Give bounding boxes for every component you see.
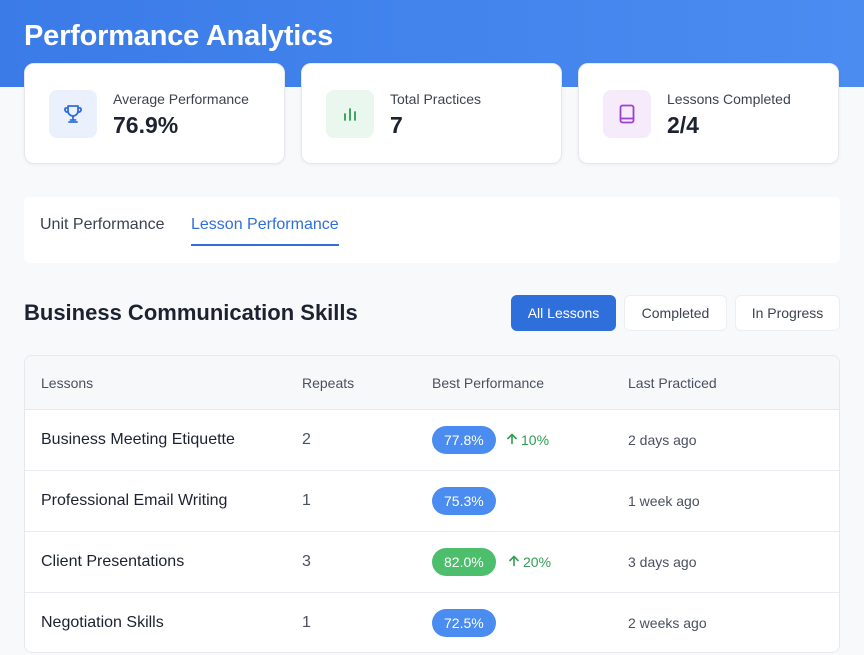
section-title: Business Communication Skills: [24, 300, 358, 325]
improvement-indicator: 10%: [506, 432, 549, 448]
improvement-value: 20%: [523, 554, 552, 570]
stat-value: 7: [390, 112, 403, 138]
table-row[interactable]: Negotiation Skills 1 72.5% 2 weeks ago: [25, 593, 839, 652]
table-header: Lessons Repeats Best Performance Last Pr…: [25, 356, 839, 410]
stat-value: 2/4: [667, 112, 699, 138]
lessons-table: Lessons Repeats Best Performance Last Pr…: [24, 355, 840, 653]
stat-label: Lessons Completed: [667, 91, 791, 107]
column-header-lessons: Lessons: [41, 375, 94, 391]
last-practiced: 2 days ago: [628, 432, 697, 448]
stat-label: Average Performance: [113, 91, 249, 107]
last-practiced: 1 week ago: [628, 493, 700, 509]
lesson-name: Negotiation Skills: [41, 614, 164, 631]
stat-card-lessons-completed: Lessons Completed 2/4: [578, 63, 839, 164]
repeats-count: 1: [302, 614, 311, 631]
page-title: Performance Analytics: [24, 20, 334, 52]
best-performance-badge: 75.3%: [432, 487, 496, 515]
last-practiced: 2 weeks ago: [628, 615, 707, 631]
table-row[interactable]: Professional Email Writing 1 75.3% 1 wee…: [25, 471, 839, 532]
best-performance-badge: 82.0%: [432, 548, 496, 576]
book-icon: [603, 90, 651, 138]
table-row[interactable]: Business Meeting Etiquette 2 77.8% 10% 2…: [25, 410, 839, 471]
stat-value: 76.9%: [113, 112, 179, 138]
lesson-name: Professional Email Writing: [41, 492, 228, 509]
lesson-name: Client Presentations: [41, 553, 185, 570]
arrow-up-icon: [508, 554, 520, 570]
filter-completed-button[interactable]: Completed: [624, 295, 727, 331]
bar-chart-icon: [326, 90, 374, 138]
filter-all-lessons-button[interactable]: All Lessons: [511, 295, 616, 331]
column-header-repeats: Repeats: [302, 375, 355, 391]
filter-in-progress-button[interactable]: In Progress: [735, 295, 840, 331]
arrow-up-icon: [506, 432, 518, 448]
stat-label: Total Practices: [390, 91, 482, 107]
best-performance-badge: 72.5%: [432, 609, 496, 637]
tab-unit-performance[interactable]: Unit Performance: [40, 216, 165, 246]
repeats-count: 1: [302, 492, 311, 509]
repeats-count: 3: [302, 553, 311, 570]
lesson-name: Business Meeting Etiquette: [41, 431, 235, 448]
improvement-indicator: 20%: [508, 554, 551, 570]
last-practiced: 3 days ago: [628, 554, 697, 570]
best-performance-badge: 77.8%: [432, 426, 496, 454]
column-header-best-performance: Best Performance: [432, 375, 545, 391]
table-row[interactable]: Client Presentations 3 82.0% 20% 3 days …: [25, 532, 839, 593]
tabs-bar: Unit Performance Lesson Performance: [24, 197, 840, 263]
stat-card-total-practices: Total Practices 7: [301, 63, 562, 164]
stat-card-average-performance: Average Performance 76.9%: [24, 63, 285, 164]
column-header-last-practiced: Last Practiced: [628, 375, 717, 391]
improvement-value: 10%: [521, 432, 550, 448]
repeats-count: 2: [302, 431, 311, 448]
tab-lesson-performance[interactable]: Lesson Performance: [191, 216, 339, 246]
trophy-icon: [49, 90, 97, 138]
